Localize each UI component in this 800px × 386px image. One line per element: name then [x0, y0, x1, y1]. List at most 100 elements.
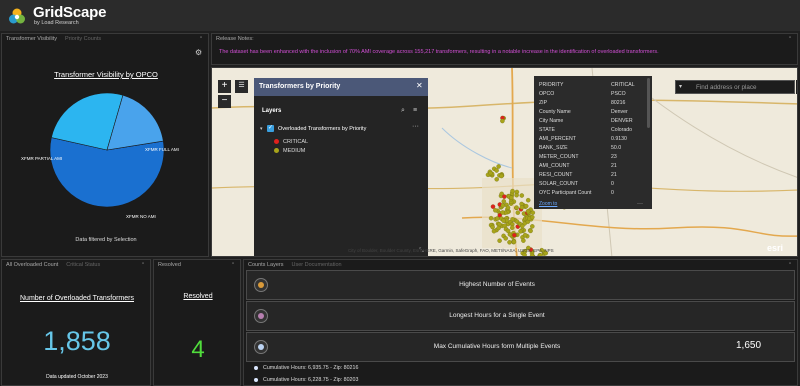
- popup-value: PSCO: [611, 91, 626, 97]
- transformer-dot[interactable]: [515, 210, 521, 215]
- transformer-dot[interactable]: [500, 210, 505, 215]
- transformer-dot[interactable]: [501, 199, 507, 204]
- transformer-dot[interactable]: [501, 218, 506, 223]
- transformer-dot[interactable]: [509, 225, 515, 231]
- transformer-dot[interactable]: [525, 197, 531, 203]
- zoom-in-button[interactable]: +: [218, 80, 231, 93]
- tab-priority-counts[interactable]: Priority Counts: [65, 36, 101, 43]
- transformer-dot[interactable]: [509, 195, 514, 200]
- transformer-dot[interactable]: [530, 214, 535, 220]
- close-icon[interactable]: ✕: [416, 81, 423, 90]
- transformer-dot[interactable]: [523, 203, 529, 209]
- tab-critical-status[interactable]: Critical Status: [66, 262, 100, 269]
- bullet-icon: [254, 377, 258, 382]
- map-panel[interactable]: + − ☰ Transformers by Priority ✕ Layers …: [211, 67, 798, 257]
- transformer-dot[interactable]: [496, 164, 501, 169]
- search-icon[interactable]: ⌕: [401, 107, 405, 115]
- maximize-icon[interactable]: ▫: [232, 261, 234, 267]
- transformer-dot[interactable]: [494, 177, 499, 182]
- accordion-highest-events[interactable]: Highest Number of Events: [246, 270, 795, 300]
- filter-icon[interactable]: ≡: [413, 107, 417, 114]
- transformer-dot[interactable]: [491, 228, 497, 234]
- transformer-dot[interactable]: [520, 223, 525, 229]
- maximize-icon[interactable]: ▫: [789, 261, 791, 267]
- transformer-dot[interactable]: [494, 168, 499, 173]
- release-notes-text: The dataset has been enhanced with the i…: [219, 49, 659, 55]
- transformer-dot[interactable]: [500, 203, 506, 208]
- popup-key: RESI_COUNT: [539, 172, 573, 178]
- transformer-dot[interactable]: [497, 238, 502, 243]
- transformer-dot[interactable]: [514, 192, 519, 198]
- accordion-longest-hours[interactable]: Longest Hours for a Single Event: [246, 301, 795, 331]
- transformer-dot[interactable]: [528, 228, 533, 234]
- legend-critical-label: CRITICAL: [283, 139, 309, 145]
- popup-scrollbar[interactable]: [647, 78, 650, 128]
- transformer-dot[interactable]: [496, 225, 501, 231]
- popup-key: OYC Participant Count: [539, 190, 592, 196]
- popup-zoom-to-link[interactable]: Zoom to: [539, 201, 557, 207]
- transformer-dot[interactable]: [512, 232, 517, 238]
- transformer-dot[interactable]: [490, 224, 495, 230]
- transformer-dot[interactable]: [538, 253, 543, 257]
- layers-toggle-button[interactable]: ☰: [235, 80, 248, 93]
- transformer-dot[interactable]: [518, 229, 523, 234]
- transformer-dot[interactable]: [522, 252, 527, 257]
- list-item[interactable]: Cumulative Hours: 6,228.75 - Zip: 80203: [254, 377, 358, 383]
- tab-transformer-visibility[interactable]: Transformer Visibility: [6, 36, 57, 43]
- transformer-dot[interactable]: [488, 215, 494, 221]
- expand-chevron-icon[interactable]: ▾: [260, 126, 265, 132]
- zoom-out-button[interactable]: −: [218, 95, 231, 108]
- transformer-dot[interactable]: [530, 224, 535, 229]
- transformer-dot[interactable]: [525, 208, 531, 214]
- maximize-icon[interactable]: ▫: [200, 35, 202, 41]
- transformer-dot[interactable]: [529, 253, 535, 257]
- popup-value: 0.9130: [611, 136, 627, 142]
- tab-resolved[interactable]: Resolved: [158, 262, 181, 269]
- more-options-icon[interactable]: ···: [412, 123, 419, 130]
- layer-visibility-checkbox[interactable]: ✓: [267, 125, 274, 132]
- tab-user-documentation[interactable]: User Documentation: [291, 262, 341, 269]
- settings-gear-icon[interactable]: ⚙: [195, 48, 202, 57]
- release-notes-panel: Release Notes: ▫ The dataset has been en…: [211, 33, 798, 65]
- transformer-dot[interactable]: [500, 118, 505, 124]
- maximize-icon[interactable]: ▫: [142, 261, 144, 267]
- popup-value: 80216: [611, 100, 626, 106]
- accordion-max-cumulative-hours[interactable]: Max Cumulative Hours form Multiple Event…: [246, 332, 795, 362]
- transformer-dot[interactable]: [507, 240, 512, 245]
- transformer-dot[interactable]: [505, 205, 511, 210]
- tab-all-overloaded-count[interactable]: All Overloaded Count: [6, 262, 58, 269]
- transformer-dot[interactable]: [499, 173, 504, 179]
- accordion-label: Longest Hours for a Single Event: [449, 312, 545, 319]
- transformer-dot[interactable]: [511, 239, 517, 245]
- overloaded-count-title: Number of Overloaded Transformers: [20, 295, 134, 302]
- tab-release-notes[interactable]: Release Notes:: [216, 36, 254, 43]
- transformer-dot[interactable]: [519, 193, 525, 198]
- transformer-dot[interactable]: [514, 205, 519, 210]
- transformer-dot[interactable]: [505, 228, 511, 234]
- tab-counts-layers[interactable]: Counts Layers: [248, 262, 283, 269]
- transformer-dot[interactable]: [510, 217, 515, 222]
- chevron-down-icon[interactable]: ▾: [679, 83, 682, 90]
- max-cumulative-icon: [254, 340, 268, 354]
- maximize-icon[interactable]: ▫: [789, 35, 791, 41]
- list-item[interactable]: Cumulative Hours: 6,935.75 - Zip: 80216: [254, 365, 358, 371]
- popup-value: Denver: [611, 109, 628, 115]
- layer-list-panel: Transformers by Priority ✕ Layers ⌕ ≡ ▾ …: [254, 78, 428, 256]
- transformer-dot[interactable]: [522, 232, 528, 238]
- transformer-dot[interactable]: [503, 236, 508, 241]
- overloaded-count-value: 1,858: [43, 326, 111, 356]
- map-search[interactable]: ▾ Find address or place: [675, 80, 795, 94]
- transformer-dot[interactable]: [502, 194, 507, 199]
- search-input[interactable]: Find address or place: [696, 84, 757, 91]
- feature-popup: PRIORITY CRITICAL OPCO PSCO ZIP 80216 County N…: [534, 76, 652, 209]
- transformer-dot[interactable]: [488, 170, 493, 176]
- transformer-dot[interactable]: [521, 238, 526, 243]
- transformer-dot[interactable]: [519, 205, 525, 210]
- layer-name[interactable]: Overloaded Transformers by Priority: [278, 126, 366, 132]
- popup-value: 50.0: [611, 145, 622, 151]
- search-button[interactable]: [796, 80, 797, 94]
- transformer-dot[interactable]: [493, 208, 498, 213]
- transformer-dot[interactable]: [490, 204, 496, 209]
- more-options-icon[interactable]: ···: [637, 201, 643, 207]
- transformer-dot[interactable]: [510, 188, 515, 194]
